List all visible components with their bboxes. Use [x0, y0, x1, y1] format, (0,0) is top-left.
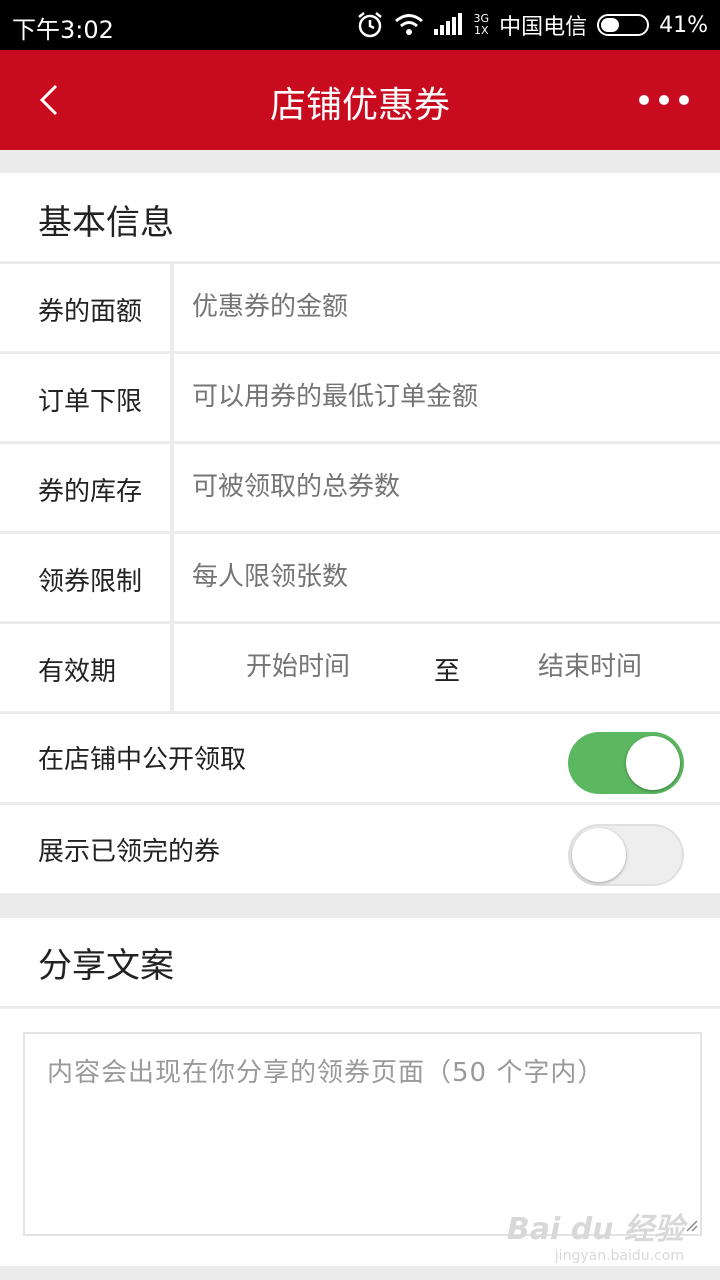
show-claimed-toggle[interactable] [568, 824, 684, 886]
validity-label: 有效期 [38, 657, 117, 687]
basic-info-section: 基本信息 券的面额 订单下限 券的库存 领券限制 有效期 至 在店铺中公开领取 … [0, 173, 720, 893]
order-minimum-label: 订单下限 [38, 387, 143, 417]
alarm-icon [357, 12, 382, 38]
share-text-placeholder: 内容会出现在你分享的领券页面（50 个字内） [47, 1058, 605, 1088]
status-time: 下午3:02 [12, 16, 114, 44]
show-claimed-label: 展示已领完的券 [38, 837, 221, 867]
coupon-amount-label: 券的面额 [38, 297, 143, 327]
end-time-input[interactable] [538, 651, 688, 682]
battery-percent: 41% [659, 12, 708, 38]
signal-icon [433, 13, 462, 35]
validity-separator: 至 [434, 657, 461, 687]
public-claim-toggle[interactable] [568, 732, 684, 794]
watermark-logo: Bai du 经验 [506, 1212, 684, 1247]
divider [0, 621, 720, 624]
coupon-stock-input[interactable] [192, 471, 692, 502]
more-dots-icon[interactable] [638, 88, 690, 112]
carrier-name: 中国电信 [499, 15, 588, 40]
divider [0, 711, 720, 714]
network-type-bottom: 1X [474, 24, 489, 37]
start-time-input[interactable] [246, 651, 396, 682]
resize-handle-icon[interactable] [684, 1218, 698, 1232]
network-type: 3G 1X [474, 13, 490, 37]
app-header: 店铺优惠券 [0, 50, 720, 150]
claim-limit-label: 领券限制 [38, 567, 143, 597]
divider [0, 1006, 720, 1009]
divider [0, 802, 720, 805]
column-divider [170, 264, 174, 714]
status-icons: 3G 1X 中国电信 41% [356, 8, 708, 42]
battery-icon [597, 14, 650, 36]
divider [0, 531, 720, 534]
watermark-url: jingyan.baidu.com [554, 1248, 684, 1264]
share-title: 分享文案 [38, 946, 174, 986]
divider [0, 351, 720, 354]
wifi-icon [394, 14, 423, 35]
order-minimum-input[interactable] [192, 381, 692, 412]
divider [0, 441, 720, 444]
status-bar: 下午3:02 3G 1X 中国电信 41% [0, 0, 720, 50]
watermark: Bai du 经验 jingyan.baidu.com [507, 1204, 684, 1264]
divider [0, 261, 720, 264]
claim-limit-input[interactable] [192, 561, 692, 592]
public-claim-label: 在店铺中公开领取 [38, 745, 247, 775]
basic-info-title: 基本信息 [38, 203, 174, 243]
page-title: 店铺优惠券 [269, 85, 450, 126]
coupon-amount-input[interactable] [192, 291, 692, 322]
coupon-stock-label: 券的库存 [38, 477, 143, 507]
